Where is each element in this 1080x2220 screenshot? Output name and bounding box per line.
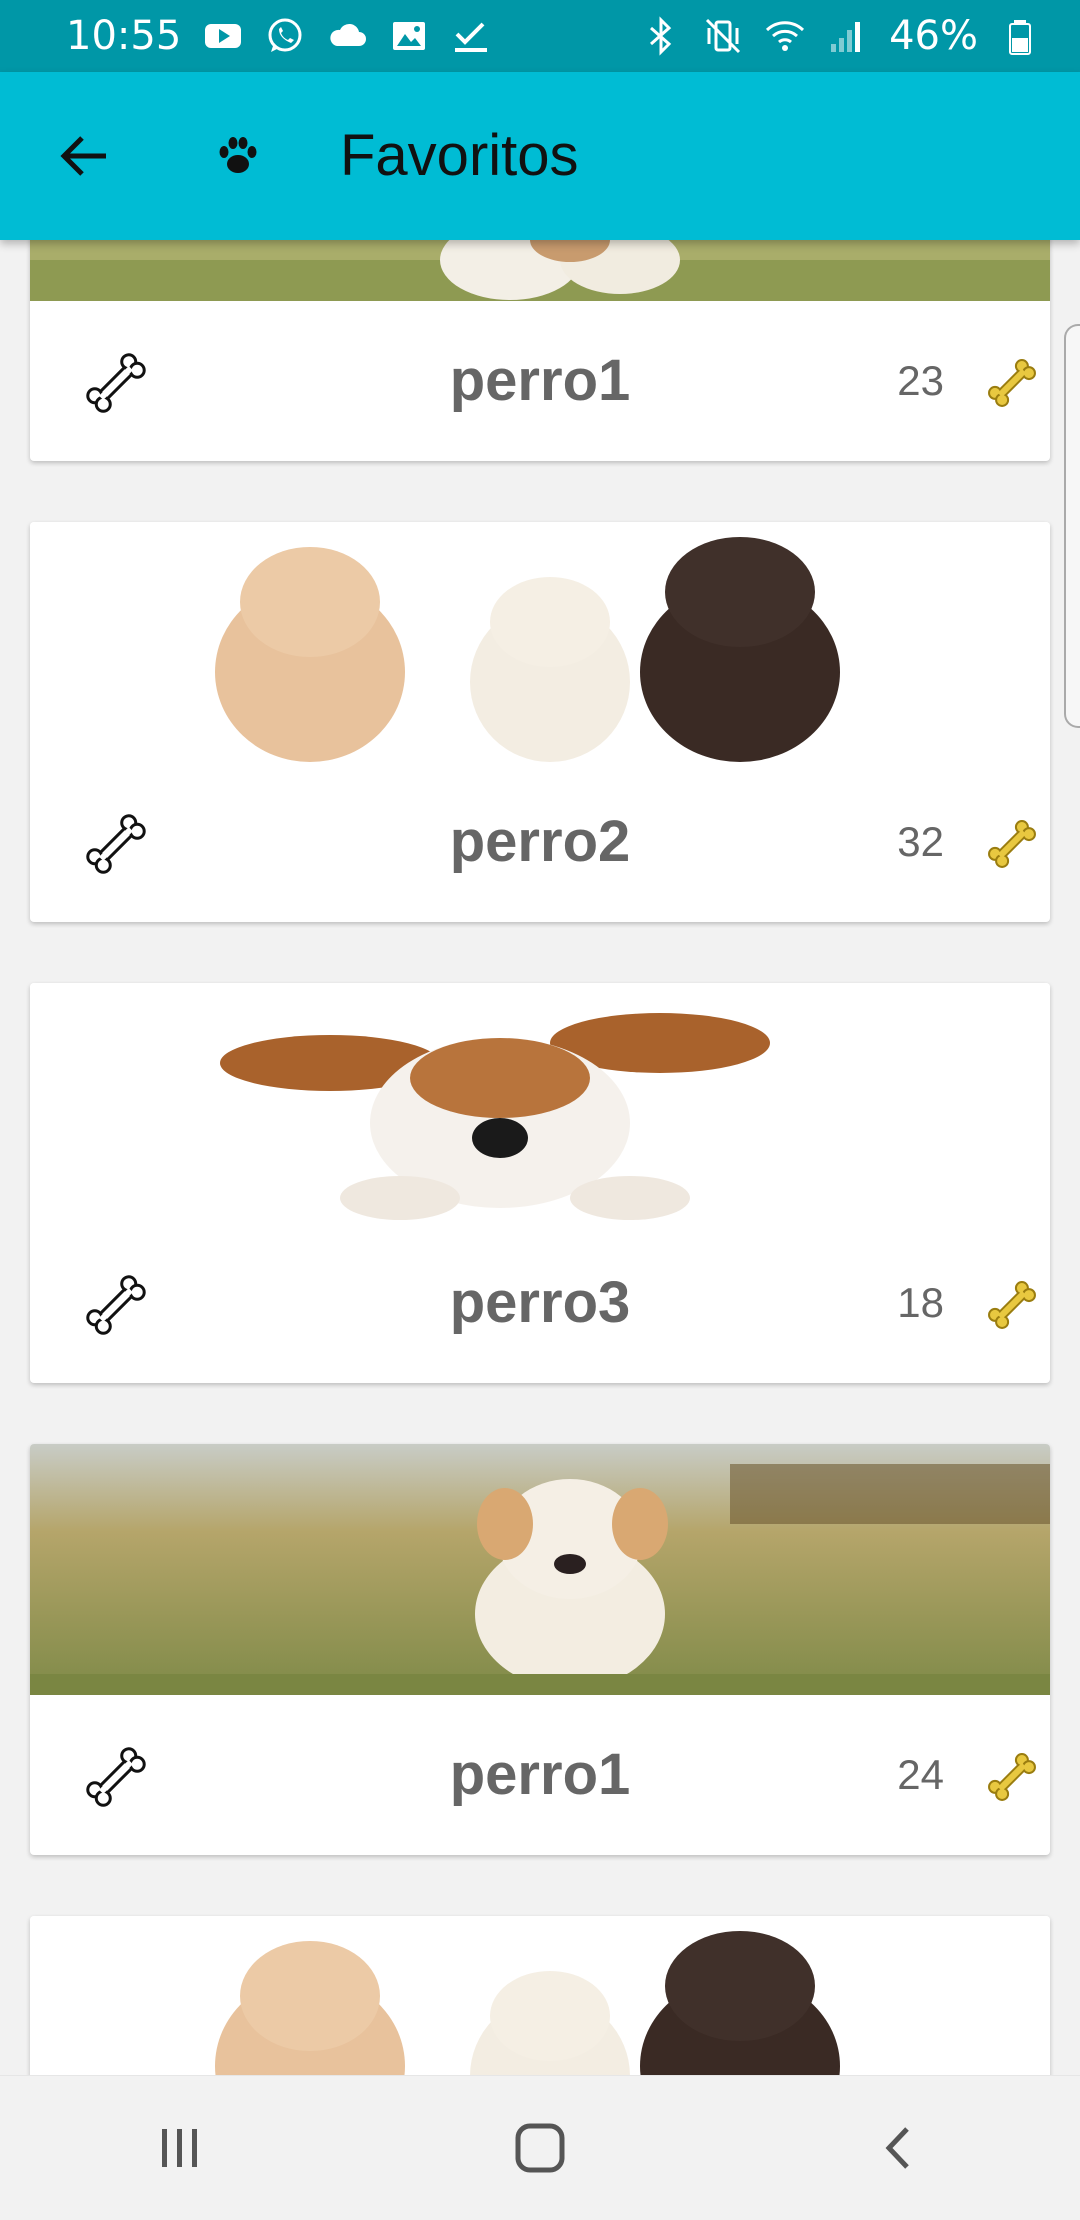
pet-card[interactable] (30, 1916, 1050, 2076)
cloud-icon (327, 16, 367, 56)
card-footer: perro3 18 (30, 1223, 1050, 1383)
card-footer: perro1 23 (30, 301, 1050, 461)
wifi-icon (765, 16, 805, 56)
pet-photo (30, 522, 1050, 762)
bone-filled-icon (988, 1281, 1036, 1329)
signal-icon (827, 16, 867, 56)
checkbox-icon (451, 16, 491, 56)
status-bar: 10:55 46% (0, 0, 1080, 72)
pet-photo (30, 1444, 1050, 1695)
battery-icon (1000, 16, 1040, 56)
like-count: 18 (897, 1279, 944, 1326)
vibrate-icon (703, 16, 743, 56)
back-icon[interactable] (855, 2103, 945, 2193)
status-time: 10:55 (66, 13, 182, 59)
like-count: 32 (897, 818, 944, 865)
pet-photo (30, 240, 1050, 301)
bluetooth-icon (641, 16, 681, 56)
home-icon[interactable] (495, 2103, 585, 2193)
pet-photo (30, 983, 1050, 1223)
paw-icon (219, 137, 257, 173)
card-footer: perro1 24 (30, 1695, 1050, 1855)
battery-percent: 46% (889, 13, 978, 59)
bone-filled-icon (988, 1753, 1036, 1801)
app-bar: Favoritos (0, 72, 1080, 240)
bone-filled-icon (988, 820, 1036, 868)
fast-scroll-handle[interactable] (1064, 324, 1080, 728)
system-nav-bar (0, 2075, 1080, 2220)
recents-icon[interactable] (135, 2103, 225, 2193)
whatsapp-icon (265, 16, 305, 56)
image-icon (389, 16, 429, 56)
page-title: Favoritos (340, 123, 579, 188)
pet-photo (30, 1916, 1050, 2076)
pet-card[interactable]: perro1 23 (30, 240, 1050, 461)
card-footer: perro2 32 (30, 762, 1050, 922)
bone-filled-icon (988, 359, 1036, 407)
like-count: 24 (897, 1751, 944, 1798)
pet-card[interactable]: perro1 24 (30, 1444, 1050, 1855)
like-count: 23 (897, 357, 944, 404)
pet-card[interactable]: perro2 32 (30, 522, 1050, 922)
youtube-icon (203, 16, 243, 56)
favorites-list[interactable]: perro1 23 perro2 32 perro3 18 perro1 24 (0, 240, 1080, 2076)
arrow-back-icon[interactable] (50, 122, 118, 190)
pet-card[interactable]: perro3 18 (30, 983, 1050, 1383)
